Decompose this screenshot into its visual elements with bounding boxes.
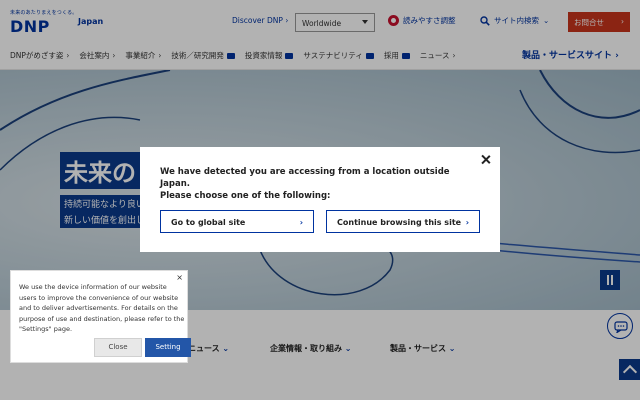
go-to-global-site-button[interactable]: Go to global site › <box>160 210 314 233</box>
chevron-right-icon: › <box>465 218 469 227</box>
close-icon[interactable] <box>480 154 492 166</box>
go-to-global-site-label: Go to global site <box>171 218 246 227</box>
continue-browsing-button[interactable]: Continue browsing this site › <box>326 210 480 233</box>
location-modal: We have detected you are accessing from … <box>140 147 500 252</box>
cookie-close-button[interactable]: Close <box>94 338 142 357</box>
continue-browsing-label: Continue browsing this site <box>337 218 462 227</box>
chevron-right-icon: › <box>299 218 303 227</box>
modal-message-line2: Please choose one of the following: <box>160 191 331 201</box>
cookie-close-icon[interactable]: × <box>176 273 183 282</box>
modal-message-line1: We have detected you are accessing from … <box>160 167 450 189</box>
cookie-setting-button[interactable]: Setting <box>145 338 191 357</box>
modal-message: We have detected you are accessing from … <box>160 166 480 202</box>
cookie-banner: × We use the device information of our w… <box>10 270 191 363</box>
cookie-message: We use the device information of our web… <box>19 283 185 333</box>
